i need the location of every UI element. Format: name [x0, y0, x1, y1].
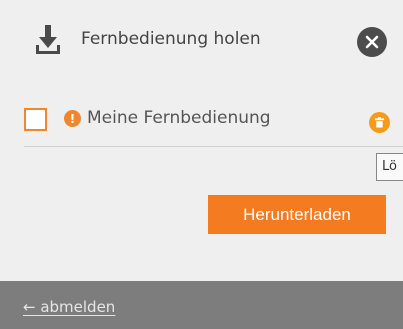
- trash-icon: [374, 117, 385, 128]
- close-button[interactable]: [357, 27, 387, 57]
- delete-button[interactable]: [369, 112, 390, 133]
- alert-icon: !: [64, 110, 81, 127]
- remote-label: Meine Fernbedienung: [87, 108, 271, 128]
- download-button[interactable]: Herunterladen: [208, 195, 386, 234]
- logout-link[interactable]: ← abmelden: [23, 298, 115, 316]
- dialog-panel: Fernbedienung holen ! Meine Fernbedienun…: [0, 0, 403, 281]
- remote-checkbox[interactable]: [24, 108, 47, 131]
- dialog-title: Fernbedienung holen: [81, 29, 261, 49]
- close-icon: [365, 35, 379, 49]
- delete-tooltip: Lö: [376, 153, 403, 181]
- divider: [24, 146, 403, 147]
- download-icon: [35, 24, 61, 58]
